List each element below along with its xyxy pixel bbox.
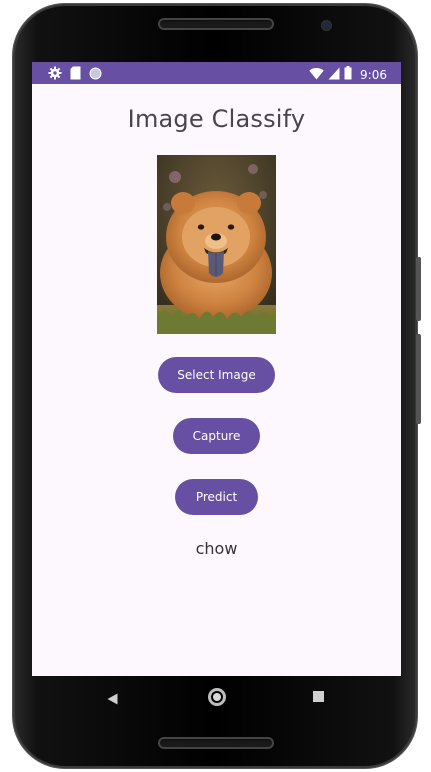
gear-icon: [48, 65, 62, 84]
signal-icon: [328, 65, 340, 84]
predict-button[interactable]: Predict: [175, 479, 258, 515]
emulator-frame: 9:06 Image Classify Select Image Capture…: [0, 0, 431, 772]
app-screen: 9:06 Image Classify Select Image Capture…: [32, 62, 401, 676]
home-icon[interactable]: [208, 688, 226, 706]
prediction-result: chow: [195, 539, 238, 558]
navigation-bar: [32, 676, 401, 718]
capture-button[interactable]: Capture: [173, 418, 260, 454]
select-image-button[interactable]: Select Image: [158, 357, 275, 393]
wifi-icon: [309, 65, 324, 84]
power-button[interactable]: [416, 257, 421, 321]
sd-card-icon: [70, 65, 81, 84]
page-title: Image Classify: [127, 105, 306, 133]
status-bar: 9:06: [32, 62, 401, 84]
recent-apps-icon[interactable]: [313, 691, 324, 702]
battery-icon: [344, 65, 352, 84]
status-system: 9:06: [309, 65, 387, 84]
back-icon[interactable]: [107, 690, 118, 709]
dog-photo: [157, 155, 276, 334]
status-notifications: [48, 65, 102, 84]
circle-icon: [89, 65, 102, 84]
volume-button[interactable]: [416, 334, 421, 424]
front-camera: [322, 21, 331, 30]
status-time: 9:06: [360, 67, 387, 82]
top-speaker: [158, 18, 274, 30]
bottom-speaker: [158, 737, 274, 749]
